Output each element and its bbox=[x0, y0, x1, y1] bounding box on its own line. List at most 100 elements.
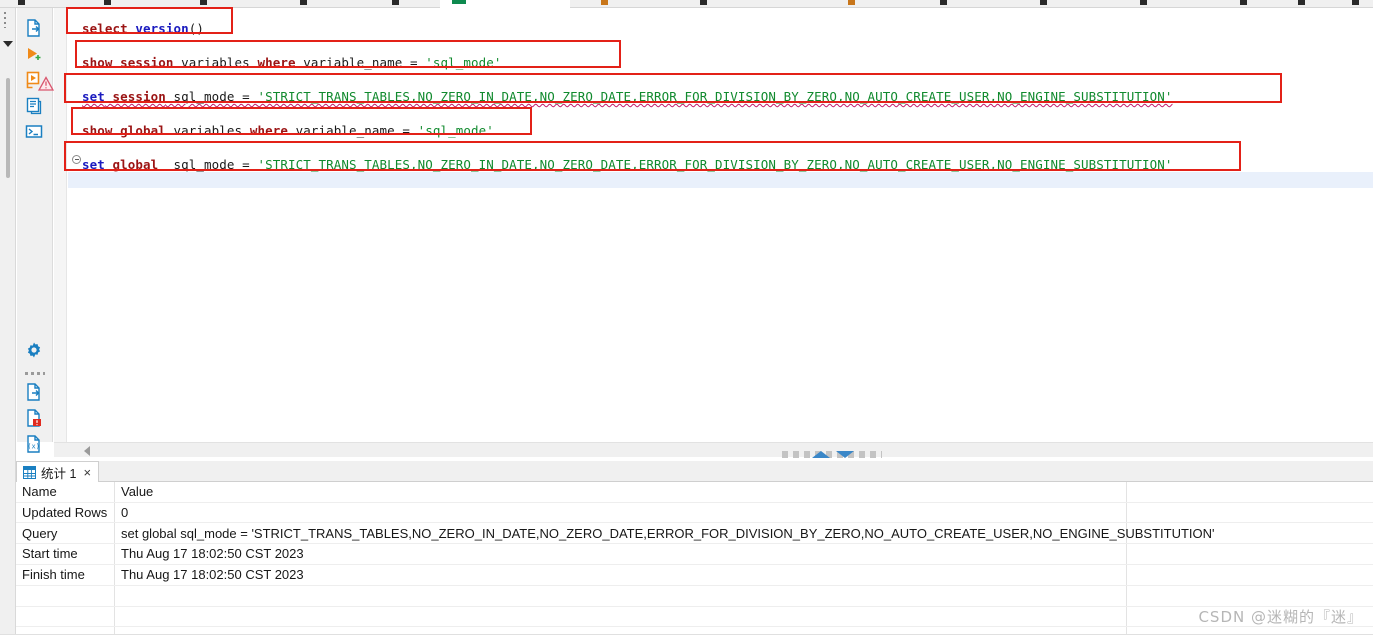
code-token: show bbox=[82, 123, 113, 138]
table-cell-value: set global sql_mode = 'STRICT_TRANS_TABL… bbox=[121, 525, 1215, 541]
table-row[interactable]: Updated Rows 0 bbox=[16, 503, 1373, 524]
splitter-grip[interactable] bbox=[782, 451, 882, 458]
console-icon[interactable] bbox=[21, 120, 47, 144]
sql-code-text[interactable]: select version() show session variables … bbox=[82, 8, 1172, 172]
table-cell-value: Thu Aug 17 18:02:50 CST 2023 bbox=[121, 567, 304, 583]
editor-tool-sidebar: (x) bbox=[17, 8, 53, 453]
more-tools-dots-icon[interactable] bbox=[25, 372, 45, 375]
code-token: 'sql_mode' bbox=[417, 123, 494, 138]
warning-triangle-icon[interactable] bbox=[37, 76, 55, 92]
table-row[interactable]: Query set global sql_mode = 'STRICT_TRANS… bbox=[16, 524, 1373, 545]
results-tabstrip: 统计 1 × bbox=[16, 461, 1373, 482]
run-play-icon[interactable] bbox=[21, 42, 47, 66]
table-cell-name: Name bbox=[22, 484, 57, 499]
code-token: 'sql_mode' bbox=[425, 55, 502, 70]
toolbar-icon-remnant[interactable] bbox=[848, 0, 855, 5]
results-tab-statistics[interactable]: 统计 1 × bbox=[16, 461, 100, 482]
close-icon[interactable]: × bbox=[83, 466, 91, 479]
toolbar-icon-remnant[interactable] bbox=[104, 0, 111, 5]
table-row[interactable]: Name Value bbox=[16, 482, 1373, 503]
csdn-watermark: CSDN @迷糊的『迷』 bbox=[1198, 608, 1363, 626]
panel-splitter[interactable] bbox=[782, 449, 882, 461]
chevron-down-icon[interactable] bbox=[3, 41, 13, 47]
toolbar-icon-remnant[interactable] bbox=[1140, 0, 1147, 5]
code-token: global bbox=[112, 157, 159, 172]
toolbar-icon-remnant[interactable] bbox=[1040, 0, 1047, 5]
code-token: select bbox=[82, 21, 128, 36]
code-token: variable_name = bbox=[295, 55, 426, 70]
rail-scroll-thumb[interactable] bbox=[6, 78, 10, 178]
results-grid[interactable]: Name Value Updated Rows 0 Query set global sq… bbox=[16, 482, 1373, 635]
top-toolbar-strip bbox=[0, 0, 1373, 8]
export-result-icon[interactable] bbox=[21, 380, 47, 404]
collapse-down-icon[interactable] bbox=[836, 451, 854, 458]
grid-table-icon bbox=[23, 465, 36, 479]
table-cell-value: Value bbox=[121, 484, 154, 499]
settings-gear-icon[interactable] bbox=[21, 338, 47, 362]
collapse-up-icon[interactable] bbox=[812, 451, 830, 458]
table-row[interactable] bbox=[16, 607, 1373, 628]
code-token: version bbox=[135, 21, 189, 36]
table-cell-value: 0 bbox=[121, 504, 129, 520]
results-left-rail bbox=[0, 461, 16, 635]
table-cell-name: Finish time bbox=[22, 567, 85, 583]
toolbar-icon-remnant[interactable] bbox=[1298, 0, 1305, 5]
export-file-icon[interactable] bbox=[21, 16, 47, 40]
line-select-version: select version() bbox=[82, 18, 204, 40]
code-token: set bbox=[82, 157, 105, 172]
parameters-file-icon[interactable]: (x) bbox=[21, 432, 47, 456]
results-panel: 统计 1 × Name Value Updated Rows 0 Query set gl… bbox=[0, 461, 1373, 635]
results-tab-label: 统计 1 bbox=[41, 466, 77, 481]
editor-gutter bbox=[54, 8, 67, 442]
code-token: set bbox=[82, 89, 105, 104]
toolbar-icon-remnant[interactable] bbox=[300, 0, 307, 5]
toolbar-icon-remnant[interactable] bbox=[940, 0, 947, 5]
code-token: sql_mode = bbox=[165, 89, 258, 104]
toolbar-icon-remnant[interactable] bbox=[700, 0, 707, 5]
code-token: show bbox=[82, 55, 113, 70]
scroll-left-arrow-icon[interactable] bbox=[84, 446, 90, 456]
toolbar-icon-remnant[interactable] bbox=[392, 0, 399, 5]
code-token: variables bbox=[173, 55, 258, 70]
sql-editor-area[interactable]: select version() show session variables … bbox=[54, 8, 1373, 442]
code-token: variables bbox=[165, 123, 250, 138]
code-token: 'STRICT_TRANS_TABLES,NO_ZERO_IN_DATE,NO_… bbox=[257, 89, 1173, 104]
svg-text:(x): (x) bbox=[27, 443, 40, 451]
sql-editor-window: (x) select version() show session variab… bbox=[0, 0, 1373, 635]
explain-plan-icon[interactable] bbox=[21, 94, 47, 118]
table-cell-name: Query bbox=[22, 525, 58, 541]
line-set-global-sql-mode: set global sql_mode = 'STRICT_TRANS_TABL… bbox=[82, 154, 1173, 176]
toolbar-icon-remnant[interactable] bbox=[1240, 0, 1247, 5]
line-set-session-sql-mode: set session sql_mode = 'STRICT_TRANS_TAB… bbox=[82, 86, 1173, 108]
toolbar-icon-remnant[interactable] bbox=[452, 0, 466, 4]
line-show-global-variables: show global variables where variable_nam… bbox=[82, 120, 494, 142]
table-cell-name: Start time bbox=[22, 546, 78, 562]
editor-horizontal-scrollbar[interactable] bbox=[54, 442, 1373, 457]
toolbar-icon-remnant[interactable] bbox=[1352, 0, 1359, 5]
toolbar-icon-remnant[interactable] bbox=[200, 0, 207, 5]
code-token: () bbox=[188, 21, 205, 36]
code-token: sql_mode = bbox=[158, 157, 258, 172]
table-row[interactable] bbox=[16, 586, 1373, 607]
code-token: where bbox=[257, 55, 296, 70]
table-row[interactable]: Start time Thu Aug 17 18:02:50 CST 2023 bbox=[16, 544, 1373, 565]
code-token: global bbox=[120, 123, 166, 138]
table-row[interactable]: Finish time Thu Aug 17 18:02:50 CST 2023 bbox=[16, 565, 1373, 586]
code-token: session bbox=[112, 89, 166, 104]
code-fold-collapse-icon[interactable] bbox=[72, 155, 81, 164]
drag-dots-icon[interactable] bbox=[4, 12, 6, 28]
code-token: session bbox=[120, 55, 174, 70]
table-cell-name bbox=[22, 586, 114, 607]
toolbar-icon-remnant[interactable] bbox=[18, 0, 25, 5]
table-cell-value: Thu Aug 17 18:02:50 CST 2023 bbox=[121, 546, 304, 562]
code-token: where bbox=[249, 123, 288, 138]
code-token: variable_name = bbox=[287, 123, 418, 138]
table-cell-name bbox=[22, 607, 114, 628]
error-file-icon[interactable] bbox=[21, 406, 47, 430]
toolbar-icon-remnant[interactable] bbox=[601, 0, 608, 5]
table-cell-name: Updated Rows bbox=[22, 504, 108, 520]
